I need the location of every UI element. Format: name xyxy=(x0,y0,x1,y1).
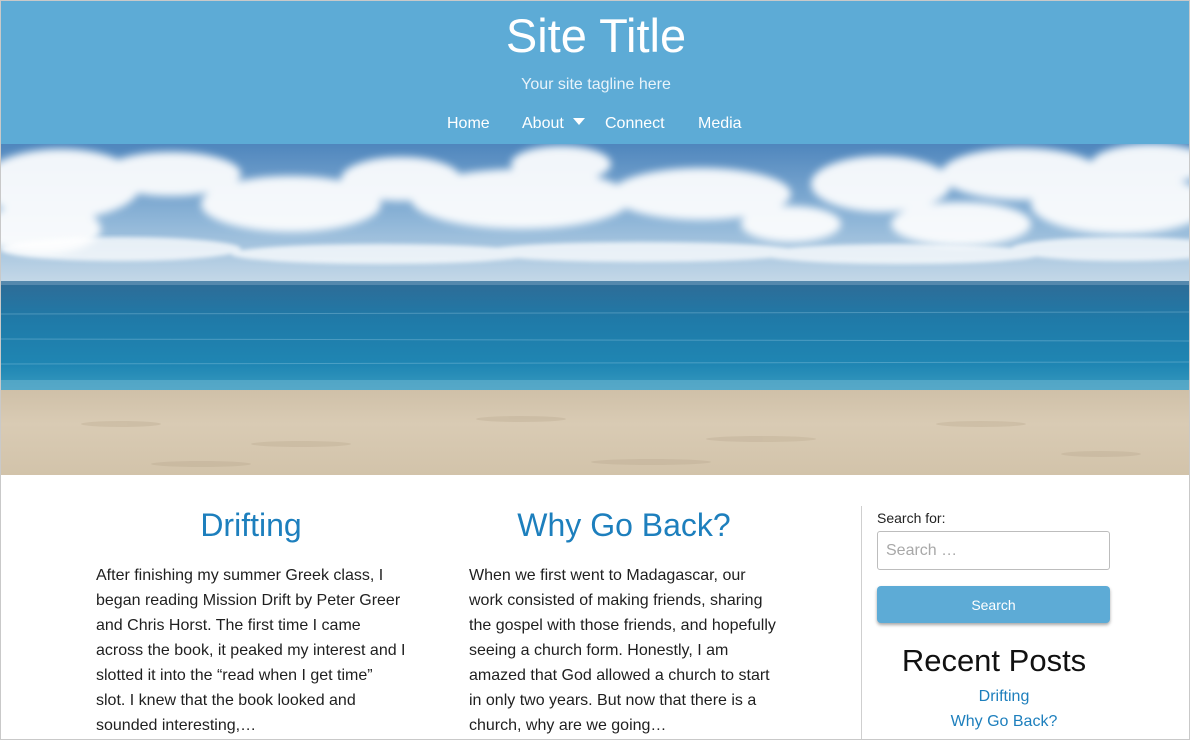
site-header: Site Title Your site tagline here Home A… xyxy=(1,1,1189,144)
hero-beach-image xyxy=(1,144,1189,475)
post-title-link[interactable]: Drifting xyxy=(96,505,406,545)
sidebar: Search for: Search Recent Posts Drifting… xyxy=(877,510,1111,734)
caret-down-icon[interactable] xyxy=(572,118,585,126)
search-input[interactable] xyxy=(877,531,1110,570)
nav-item-media[interactable]: Media xyxy=(698,114,742,134)
recent-posts-list: Drifting Why Go Back? xyxy=(877,684,1131,734)
recent-posts-heading: Recent Posts xyxy=(901,643,1087,678)
search-label: Search for: xyxy=(877,510,946,526)
nav-item-about[interactable]: About xyxy=(522,114,585,134)
nav-item-connect[interactable]: Connect xyxy=(605,114,665,134)
main-nav: Home About Connect Media xyxy=(1,114,1189,136)
post-excerpt: After finishing my summer Greek class, I… xyxy=(96,567,406,734)
post-excerpt: When we first went to Madagascar, our wo… xyxy=(469,567,776,734)
site-title[interactable]: Site Title xyxy=(1,8,1189,64)
nav-item-home[interactable]: Home xyxy=(447,114,490,134)
sidebar-divider xyxy=(861,506,862,739)
main-content: Drifting After finishing my summer Greek… xyxy=(1,475,1189,739)
page: Site Title Your site tagline here Home A… xyxy=(0,0,1190,740)
recent-post-link[interactable]: Drifting xyxy=(877,684,1131,709)
site-tagline: Your site tagline here xyxy=(521,76,671,93)
search-button[interactable]: Search xyxy=(877,586,1110,623)
nav-item-about-label: About xyxy=(522,115,564,132)
post-card: Why Go Back? When we first went to Madag… xyxy=(469,505,779,738)
recent-post-link[interactable]: Why Go Back? xyxy=(877,709,1131,734)
post-title-link[interactable]: Why Go Back? xyxy=(469,505,779,545)
post-card: Drifting After finishing my summer Greek… xyxy=(96,505,406,738)
